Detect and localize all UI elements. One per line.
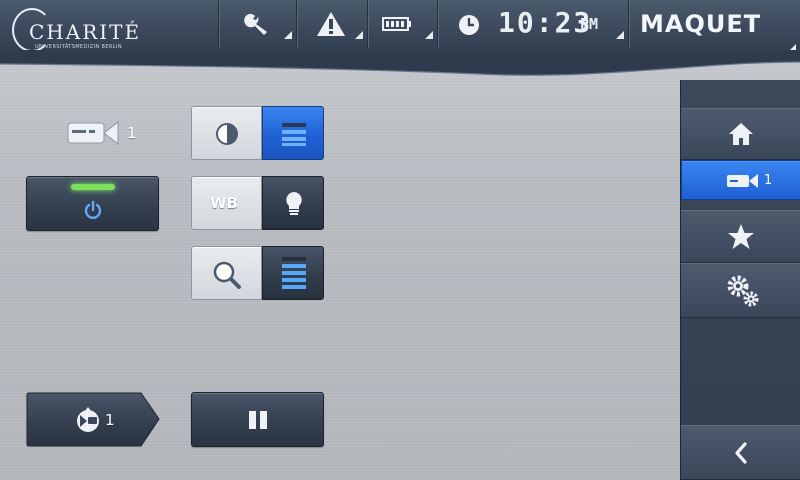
- service-button[interactable]: [219, 0, 296, 48]
- wrench-icon: [244, 13, 267, 36]
- zoom-button[interactable]: [191, 246, 262, 300]
- white-balance-light-button[interactable]: [262, 176, 324, 230]
- corner-indicator: [425, 31, 433, 39]
- nav-camera[interactable]: 1: [681, 160, 800, 200]
- warning-icon: [317, 12, 345, 36]
- magnifier-icon: [213, 261, 241, 289]
- brand-name: MAQUET: [640, 10, 762, 38]
- clock-icon: [459, 15, 479, 35]
- nav-back-button[interactable]: [681, 425, 800, 480]
- camera-icon: [67, 120, 119, 146]
- white-balance-label: WB: [210, 194, 238, 212]
- camera-icon: [727, 174, 758, 188]
- contrast-level-button[interactable]: [262, 106, 324, 160]
- star-icon: [728, 224, 754, 249]
- gears-icon: [727, 275, 759, 307]
- nav-favorites[interactable]: [681, 210, 800, 263]
- contrast-button[interactable]: [191, 106, 262, 160]
- nav-settings[interactable]: [681, 263, 800, 318]
- pause-icon: [249, 411, 267, 429]
- nav-camera-number: 1: [764, 173, 773, 188]
- white-balance-button[interactable]: WB: [191, 176, 262, 230]
- contrast-icon: [216, 123, 238, 145]
- clock-ampm: PM: [580, 15, 599, 33]
- power-indicator: [71, 184, 115, 190]
- pause-button[interactable]: [191, 392, 324, 447]
- chevron-left-icon: [735, 442, 747, 464]
- camera-number: 1: [127, 124, 137, 142]
- source-number: 1: [105, 411, 115, 429]
- level-bars-icon: [282, 123, 306, 146]
- level-bars-icon: [282, 257, 306, 289]
- battery-icon: [382, 17, 411, 31]
- nav-home[interactable]: [681, 108, 800, 160]
- clock-time: 10:23: [498, 6, 593, 39]
- zoom-level-button[interactable]: [262, 246, 324, 300]
- corner-indicator: [355, 31, 363, 39]
- source-select-icon: [77, 407, 99, 432]
- corner-indicator: [284, 31, 292, 39]
- logo: CHARITÉ UNIVERSITÄTSMEDIZIN BERLIN: [12, 6, 142, 54]
- battery-button[interactable]: [368, 0, 437, 48]
- power-icon: [84, 200, 102, 219]
- camera-power-button[interactable]: [26, 176, 159, 231]
- light-bulb-icon: [286, 192, 302, 215]
- warning-button[interactable]: [297, 0, 367, 48]
- side-nav: 1: [680, 80, 800, 480]
- logo-name: CHARITÉ: [29, 20, 142, 44]
- home-icon: [729, 123, 753, 145]
- corner-indicator: [616, 31, 624, 39]
